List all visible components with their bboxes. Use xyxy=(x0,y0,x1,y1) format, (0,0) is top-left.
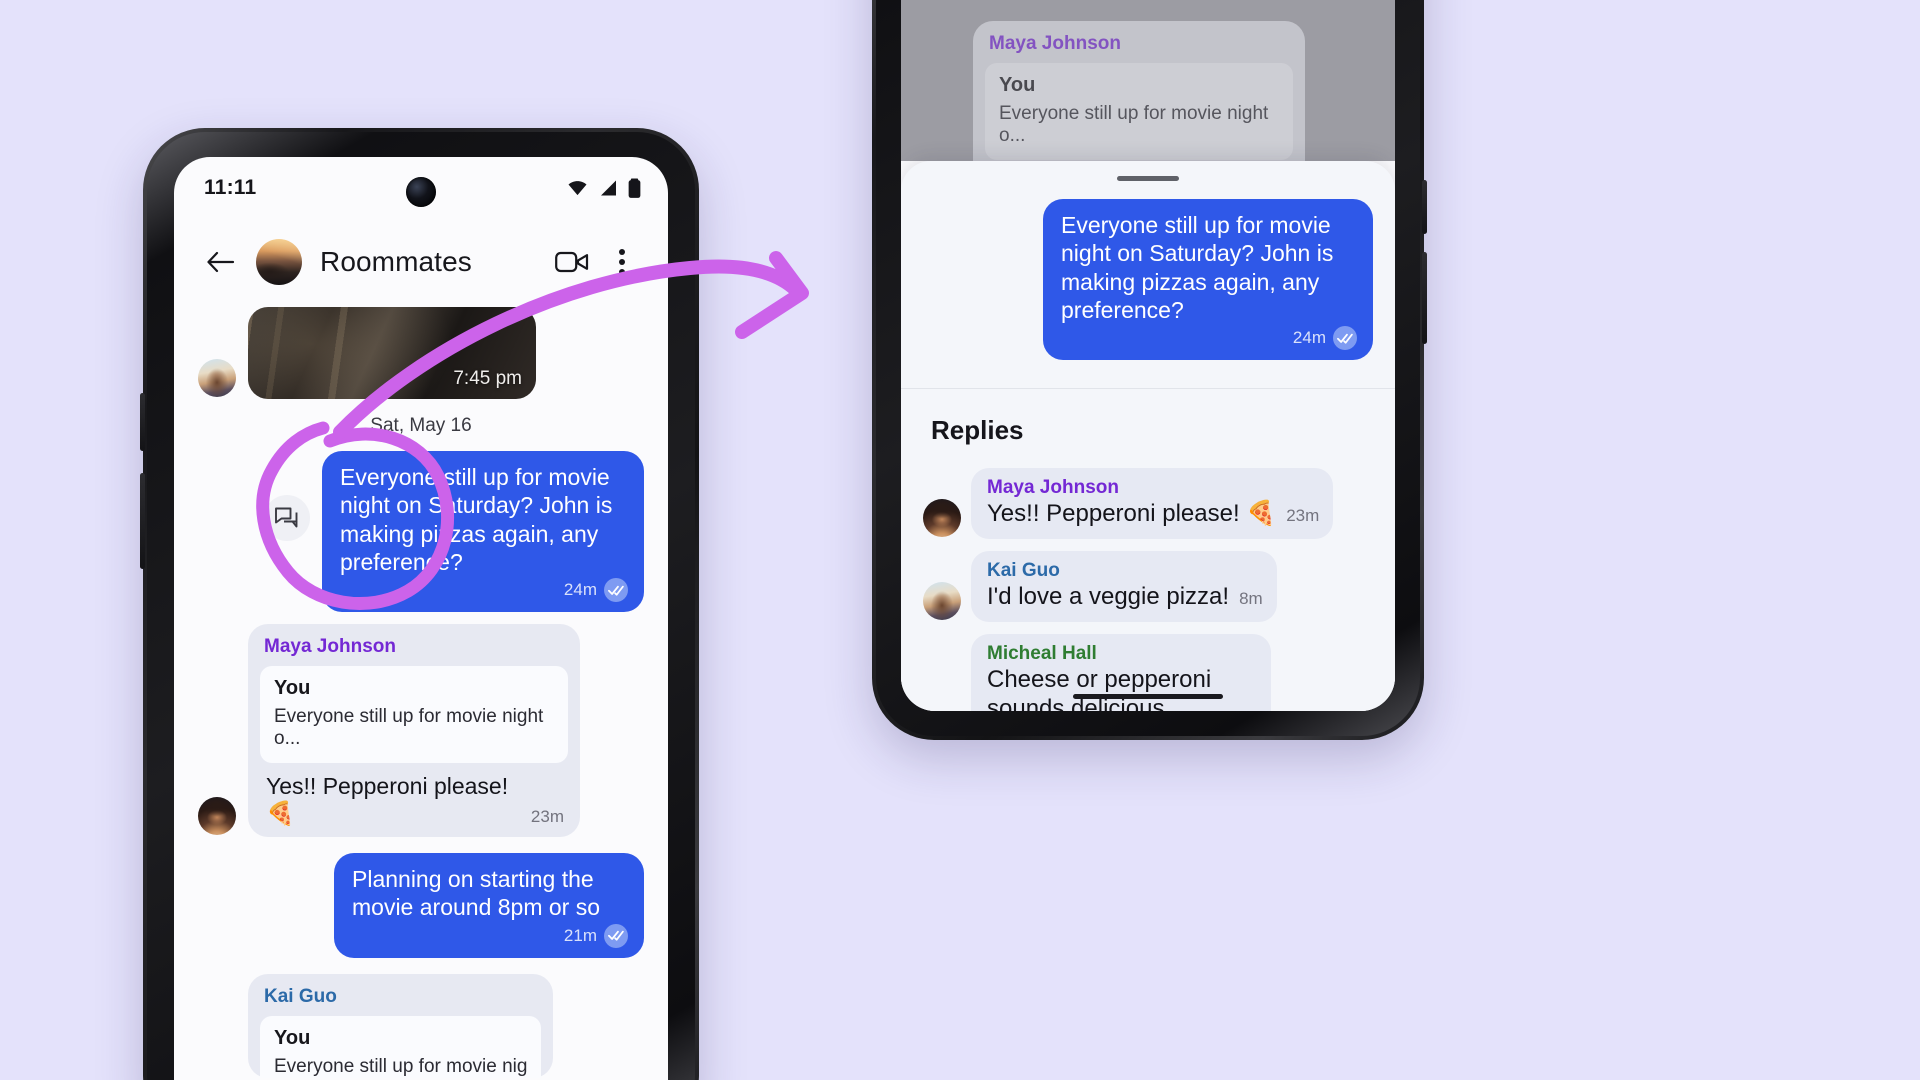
quoted-original-card[interactable]: You Everyone still up for movie nig xyxy=(260,1015,542,1078)
reply-content: Yes!! Pepperoni please! 🍕 23m xyxy=(987,500,1319,529)
power-button[interactable] xyxy=(140,473,145,569)
left-phone-screen: 11:11 Roommates 7:45 pm Sat, May 16 Ever… xyxy=(174,157,668,1080)
status-icons xyxy=(565,177,642,199)
reply-author: Kai Guo xyxy=(987,559,1060,581)
message-row-parent[interactable]: Everyone still up for movie night on Sat… xyxy=(923,199,1373,361)
volume-button[interactable] xyxy=(1422,180,1427,234)
reply-content: I'd love a veggie pizza! 8m xyxy=(987,583,1263,612)
thread-reply-button[interactable] xyxy=(264,494,310,541)
reply-line: Yes!! Pepperoni please! 🍕 23m xyxy=(260,763,568,827)
quoted-author: You xyxy=(274,1026,311,1049)
battery-icon xyxy=(628,178,641,198)
more-options-icon xyxy=(619,249,625,275)
thread-reply-icon xyxy=(275,507,298,528)
photo-message-bubble[interactable]: 7:45 pm xyxy=(248,307,536,399)
reply-text: I'd love a veggie pizza! xyxy=(987,582,1230,610)
reply-row[interactable]: Kai Guo I'd love a veggie pizza! 8m xyxy=(901,550,1395,634)
outgoing-message-bubble[interactable]: Everyone still up for movie night on Sat… xyxy=(322,451,644,613)
message-text: Everyone still up for movie night on Sat… xyxy=(340,464,613,575)
reply-timestamp: 8m xyxy=(1239,588,1263,608)
message-timestamp: 7:45 pm xyxy=(453,368,522,389)
right-phone-device: Maya Johnson You Everyone still up for m… xyxy=(872,0,1427,740)
annotation-arrow-head xyxy=(735,251,809,339)
reply-author: Micheal Hall xyxy=(987,642,1097,664)
reply-text: Yes!! Pepperoni please! 🍕 xyxy=(987,500,1277,528)
date-separator: Sat, May 16 xyxy=(370,415,472,436)
volume-button[interactable] xyxy=(140,393,145,451)
outgoing-message-bubble[interactable]: Everyone still up for movie night on Sat… xyxy=(1043,199,1373,361)
video-call-button[interactable] xyxy=(552,242,592,282)
reply-content: Cheese or pepperoni sounds delicious. Ca… xyxy=(987,666,1257,711)
replies-heading: Replies xyxy=(931,415,1024,446)
status-bar: 11:11 xyxy=(174,157,668,219)
power-button[interactable] xyxy=(1422,252,1427,344)
message-row-photo[interactable]: 7:45 pm xyxy=(198,307,644,399)
reply-row[interactable]: Maya Johnson Yes!! Pepperoni please! 🍕 2… xyxy=(901,468,1395,551)
status-time: 11:11 xyxy=(204,176,257,199)
quoted-text: Everyone still up for movie night o... xyxy=(999,103,1269,146)
message-row-kai[interactable]: Kai Guo You Everyone still up for movie … xyxy=(198,973,644,1078)
conversation-app-bar: Roommates xyxy=(174,219,668,305)
more-options-button[interactable] xyxy=(602,242,642,282)
message-row-outgoing-1[interactable]: Everyone still up for movie night on Sat… xyxy=(198,451,644,613)
avatar xyxy=(198,359,236,397)
thread-bottom-sheet[interactable]: Everyone still up for movie night on Sat… xyxy=(901,161,1395,711)
video-call-icon xyxy=(555,251,589,273)
message-text: Planning on starting the movie around 8p… xyxy=(352,866,601,921)
message-timestamp: 23m xyxy=(530,807,564,827)
avatar xyxy=(198,797,236,836)
message-meta: 24m xyxy=(1061,326,1357,351)
message-timestamp: 24m xyxy=(1292,328,1326,348)
delivered-icon xyxy=(1333,326,1357,351)
screenshot-root: 11:11 Roommates 7:45 pm Sat, May 16 Ever… xyxy=(0,0,1920,1080)
reply-bubble[interactable]: Maya Johnson Yes!! Pepperoni please! 🍕 2… xyxy=(971,468,1334,539)
quoted-message-group[interactable]: Kai Guo You Everyone still up for movie … xyxy=(248,973,554,1078)
wifi-icon xyxy=(568,181,587,196)
reply-text: Cheese or pepperoni sounds delicious. Ca… xyxy=(987,665,1212,711)
reply-bubble[interactable]: Kai Guo I'd love a veggie pizza! 8m xyxy=(971,550,1277,622)
avatar xyxy=(923,498,961,537)
message-meta: 21m xyxy=(352,923,628,948)
page-title: Roommates xyxy=(320,246,472,277)
quoted-author: You xyxy=(999,74,1036,96)
outgoing-message-bubble[interactable]: Planning on starting the movie around 8p… xyxy=(334,853,644,958)
message-author: Maya Johnson xyxy=(989,33,1121,54)
quoted-message-group[interactable]: Maya Johnson You Everyone still up for m… xyxy=(248,624,580,838)
avatar xyxy=(923,581,961,620)
parent-message-area: Everyone still up for movie night on Sat… xyxy=(901,181,1395,388)
message-row-maya[interactable]: Maya Johnson You Everyone still up for m… xyxy=(198,624,644,838)
reply-timestamp: 23m xyxy=(1286,505,1320,525)
message-timestamp: 24m xyxy=(563,580,597,600)
message-author: Maya Johnson xyxy=(264,636,396,658)
message-timestamp: 21m xyxy=(563,925,597,945)
message-meta: 24m xyxy=(340,578,628,603)
reply-row[interactable]: Micheal Hall Cheese or pepperoni sounds … xyxy=(901,633,1395,711)
quoted-text: Everyone still up for movie nig xyxy=(274,1055,528,1077)
quoted-author: You xyxy=(274,677,311,700)
right-phone-screen: Maya Johnson You Everyone still up for m… xyxy=(901,0,1395,711)
quoted-original-card[interactable]: You Everyone still up for movie night o.… xyxy=(260,666,568,764)
front-camera-punchhole xyxy=(406,177,436,207)
conversation-avatar[interactable] xyxy=(256,239,302,285)
message-row-outgoing-2[interactable]: Planning on starting the movie around 8p… xyxy=(198,853,644,958)
left-phone-device: 11:11 Roommates 7:45 pm Sat, May 16 Ever… xyxy=(140,128,699,1080)
home-indicator xyxy=(1073,694,1223,699)
signal-icon xyxy=(601,180,616,196)
delivered-icon xyxy=(604,923,628,948)
message-author: Kai Guo xyxy=(264,985,337,1007)
message-text: Yes!! Pepperoni please! 🍕 xyxy=(266,773,509,827)
reply-bubble[interactable]: Micheal Hall Cheese or pepperoni sounds … xyxy=(971,633,1271,711)
arrow-back-icon xyxy=(207,251,235,273)
message-thread[interactable]: 7:45 pm Sat, May 16 Everyone still up fo… xyxy=(174,305,668,1078)
dimmed-conversation: Maya Johnson You Everyone still up for m… xyxy=(901,0,1395,234)
quoted-text: Everyone still up for movie night o... xyxy=(274,706,544,750)
delivered-icon xyxy=(604,578,628,603)
quoted-original-card: You Everyone still up for movie night o.… xyxy=(985,63,1293,160)
back-button[interactable] xyxy=(200,242,240,282)
message-text: Everyone still up for movie night on Sat… xyxy=(1061,212,1334,323)
reply-author: Maya Johnson xyxy=(987,477,1119,499)
